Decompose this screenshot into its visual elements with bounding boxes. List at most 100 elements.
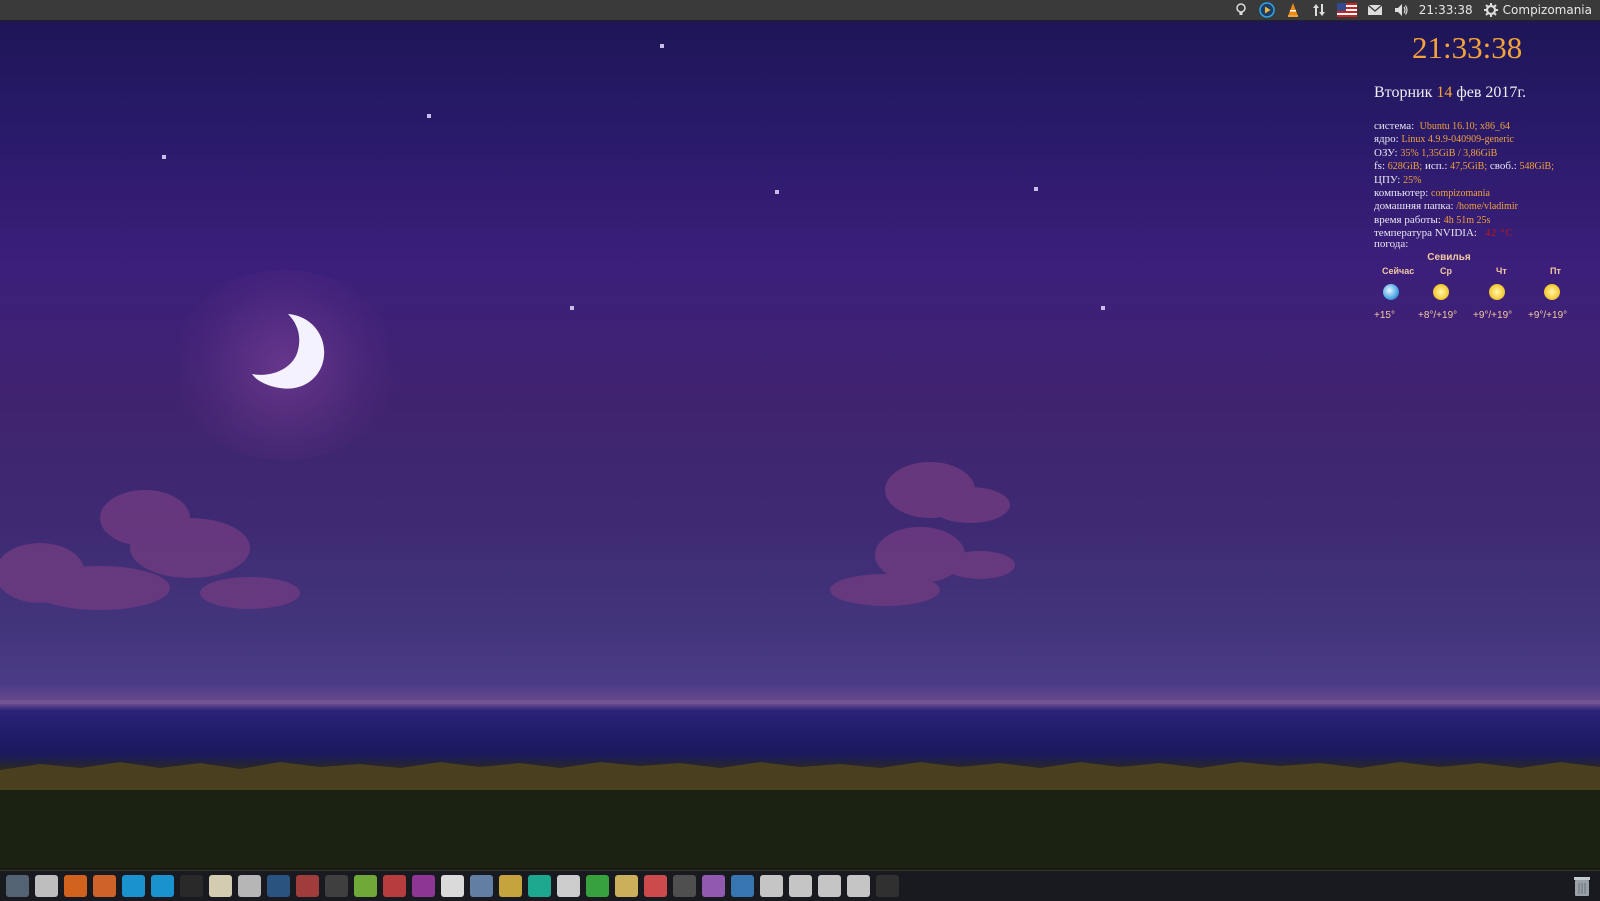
info-value: Linux 4.9.9-040909-generic [1401,134,1514,146]
drive-3-icon[interactable] [818,875,841,897]
disk-icon[interactable] [325,875,348,897]
weather-day: Пт [1550,266,1561,276]
weather-day: Чт [1496,266,1507,276]
info-row-computer: компьютер: compizomania [1374,187,1600,200]
firefox-icon[interactable] [64,875,87,897]
star [1034,187,1038,191]
software-center-icon[interactable] [93,875,116,897]
info-label: время работы: [1374,213,1441,226]
text-editor-icon[interactable] [209,875,232,897]
info-value: compizomania [1431,188,1490,200]
gpu-temp-value: 42 °C [1485,228,1514,240]
moon-weather-icon [1383,284,1399,300]
info-value: 628GiB; [1387,161,1423,173]
bottom-dock [0,870,1600,901]
dock-launchers [6,875,899,897]
star [162,155,166,159]
network-arrows-icon [1312,4,1325,16]
search-app-icon[interactable] [383,875,406,897]
star [570,306,574,310]
settings-gear-icon [1483,3,1498,17]
folder-icon[interactable] [499,875,522,897]
session-menu[interactable]: Compizomania [1483,0,1592,20]
info-row-ram: ОЗУ: 35% 1,35GiB / 3,86GiB [1374,147,1600,160]
network-tray[interactable] [1311,0,1327,20]
info-label: ЦПУ: [1374,173,1401,186]
keyboard-layout-tray[interactable] [1336,0,1357,20]
info-label: компьютер: [1374,187,1429,200]
settings-icon[interactable] [296,875,319,897]
mail-icon [1367,4,1383,15]
file-manager-icon[interactable] [470,875,493,897]
drive-2-icon[interactable] [789,875,812,897]
info-row-fs: fs: 628GiB; исп.: 47,5GiB; своб.: 548GiB… [1374,160,1600,173]
cards-icon[interactable] [441,875,464,897]
info-label: домашняя папка: [1374,200,1454,213]
panel-clock[interactable]: 21:33:38 [1419,0,1473,20]
phone-icon[interactable] [876,875,899,897]
conky-date: Вторник 14 фев 2017г. [1374,84,1526,102]
files-icon[interactable] [35,875,58,897]
bulb-icon [1236,3,1246,15]
ubuntu-icon[interactable] [6,875,29,897]
terminal-icon[interactable] [180,875,203,897]
weather-temp: +8°/+19° [1418,310,1458,321]
mail-tray[interactable] [1367,0,1383,20]
date-month-year: фев 2017г. [1456,84,1527,101]
info-row-cpu: ЦПУ: 25% [1374,174,1600,187]
star [775,190,779,194]
star [427,114,431,118]
drive-4-icon[interactable] [847,875,870,897]
vlc-icon [1287,3,1298,17]
cloud-left [0,490,300,610]
update-icon[interactable] [528,875,551,897]
volume-tray[interactable] [1393,0,1409,20]
info-value: Ubuntu 16.10; x86_64 [1419,121,1510,132]
skype-alt-icon[interactable] [151,875,174,897]
sun-weather-icon [1433,284,1449,300]
trash-icon[interactable] [1572,875,1592,897]
weather-temp: +9°/+19° [1473,310,1513,321]
info-value: /home/vladimir [1456,201,1518,213]
inkscape-icon[interactable] [731,875,754,897]
tweak-icon[interactable] [702,875,725,897]
weather-temp: +15° [1374,310,1395,321]
media-player-icon [1259,2,1275,18]
info-label: своб.: [1489,160,1517,173]
sync-icon[interactable] [586,875,609,897]
keyboard-layout-flag-icon [1336,3,1357,17]
weather-temp: +9°/+19° [1528,310,1568,321]
info-row-system: система: Ubuntu 16.10; x86_64 [1374,120,1600,133]
moon-icon [252,314,325,389]
horizon-line [0,700,1600,704]
info-label: ядро: [1374,133,1399,146]
info-value: 4h 51m 25s [1443,214,1491,226]
bulb-tray[interactable] [1233,0,1249,20]
star [1101,306,1105,310]
steam-icon[interactable] [267,875,290,897]
drive-icon[interactable] [673,875,696,897]
skype-icon[interactable] [122,875,145,897]
screen-icon[interactable] [557,875,580,897]
drive-1-icon[interactable] [760,875,783,897]
media-player-tray[interactable] [1259,0,1275,20]
media-icon[interactable] [644,875,667,897]
transfer-icon[interactable] [412,875,435,897]
weather-day: Сейчас [1382,266,1415,276]
sun-weather-icon [1489,284,1505,300]
volume-icon [1394,4,1408,16]
star [660,44,664,48]
info-label: система: [1374,120,1415,132]
info-value: 35% 1,35GiB / 3,86GiB [1400,147,1498,159]
date-weekday: Вторник [1374,84,1433,101]
screenshot-icon[interactable] [238,875,261,897]
weather-city: Севилья [1427,252,1471,263]
grass-field [0,762,1600,868]
top-panel: 21:33:38 Compizomania [0,0,1600,21]
vlc-tray[interactable] [1285,0,1301,20]
info-label: ОЗУ: [1374,146,1398,159]
gpu-icon[interactable] [354,875,377,897]
info-row-kernel: ядро: Linux 4.9.9-040909-generic [1374,133,1600,146]
weather-label: погода: [1374,238,1409,250]
archive-icon[interactable] [615,875,638,897]
